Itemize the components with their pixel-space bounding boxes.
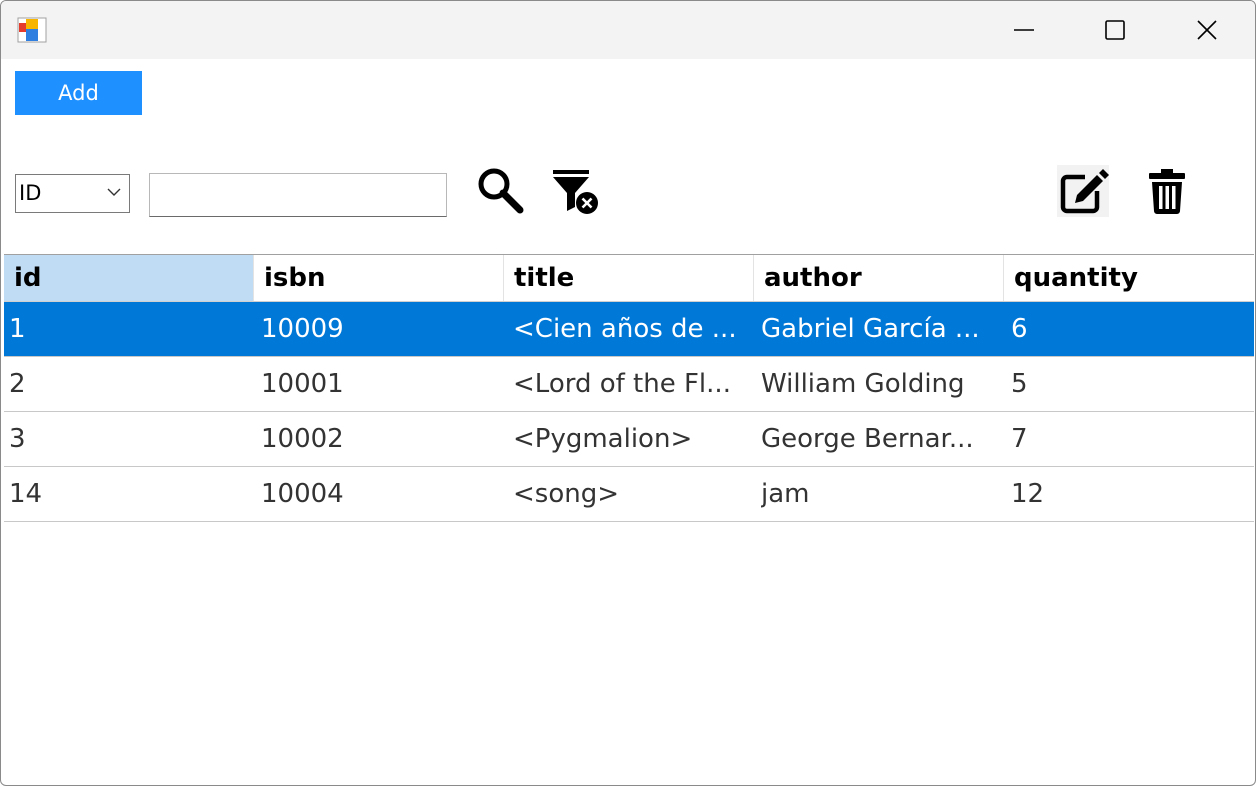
cell-isbn: 10004 <box>261 479 344 509</box>
title-bar <box>1 1 1255 59</box>
minimize-icon <box>1014 29 1034 31</box>
column-header-isbn[interactable]: isbn <box>254 255 504 301</box>
cell-author: Gabriel García ... <box>761 314 980 344</box>
app-icon <box>17 17 47 43</box>
cell-id: 1 <box>9 314 26 344</box>
clear-filter-button[interactable] <box>549 165 601 217</box>
cell-title: <Lord of the Fl... <box>513 369 731 399</box>
cell-id: 2 <box>9 369 26 399</box>
search-icon <box>478 168 524 214</box>
cell-id: 3 <box>9 424 26 454</box>
cell-author: George Bernar... <box>761 424 974 454</box>
column-header-author[interactable]: author <box>754 255 1004 301</box>
chevron-down-icon <box>107 188 121 196</box>
app-window: Add ID id isbn title author quantity 1 1… <box>0 0 1256 786</box>
clear-filter-icon <box>553 170 598 214</box>
edit-icon <box>1060 169 1109 214</box>
cell-quantity: 6 <box>1011 314 1028 344</box>
cell-id: 14 <box>9 479 43 509</box>
books-table[interactable]: id isbn title author quantity 1 10009 <C… <box>4 254 1254 783</box>
column-header-title[interactable]: title <box>504 255 754 301</box>
table-row[interactable]: 14 10004 <song> jam 12 <box>4 467 1254 522</box>
table-header: id isbn title author quantity <box>4 255 1254 302</box>
cell-isbn: 10009 <box>261 314 344 344</box>
close-button[interactable] <box>1161 1 1253 59</box>
delete-button[interactable] <box>1143 165 1195 217</box>
cell-title: <song> <box>513 479 620 509</box>
table-row[interactable]: 2 10001 <Lord of the Fl... William Goldi… <box>4 357 1254 412</box>
add-button[interactable]: Add <box>15 71 142 115</box>
column-header-quantity[interactable]: quantity <box>1004 255 1254 301</box>
column-header-id[interactable]: id <box>4 255 254 301</box>
table-row[interactable]: 1 10009 <Cien años de ... Gabriel García… <box>4 302 1254 357</box>
cell-author: jam <box>761 479 810 509</box>
table-row[interactable]: 3 10002 <Pygmalion> George Bernar... 7 <box>4 412 1254 467</box>
filter-field-select[interactable]: ID <box>15 174 130 213</box>
search-input[interactable] <box>149 173 447 217</box>
cell-title: <Cien años de ... <box>513 314 737 344</box>
cell-isbn: 10001 <box>261 369 344 399</box>
cell-isbn: 10002 <box>261 424 344 454</box>
cell-quantity: 7 <box>1011 424 1028 454</box>
cell-quantity: 12 <box>1011 479 1045 509</box>
search-button[interactable] <box>475 165 527 217</box>
edit-button[interactable] <box>1057 165 1109 217</box>
close-icon <box>1197 20 1217 40</box>
maximize-icon <box>1105 20 1125 40</box>
cell-quantity: 5 <box>1011 369 1028 399</box>
trash-icon <box>1149 169 1185 214</box>
cell-author: William Golding <box>761 369 965 399</box>
cell-title: <Pygmalion> <box>513 424 693 454</box>
minimize-button[interactable] <box>978 1 1070 59</box>
maximize-button[interactable] <box>1069 1 1161 59</box>
filter-field-value: ID <box>19 181 42 205</box>
